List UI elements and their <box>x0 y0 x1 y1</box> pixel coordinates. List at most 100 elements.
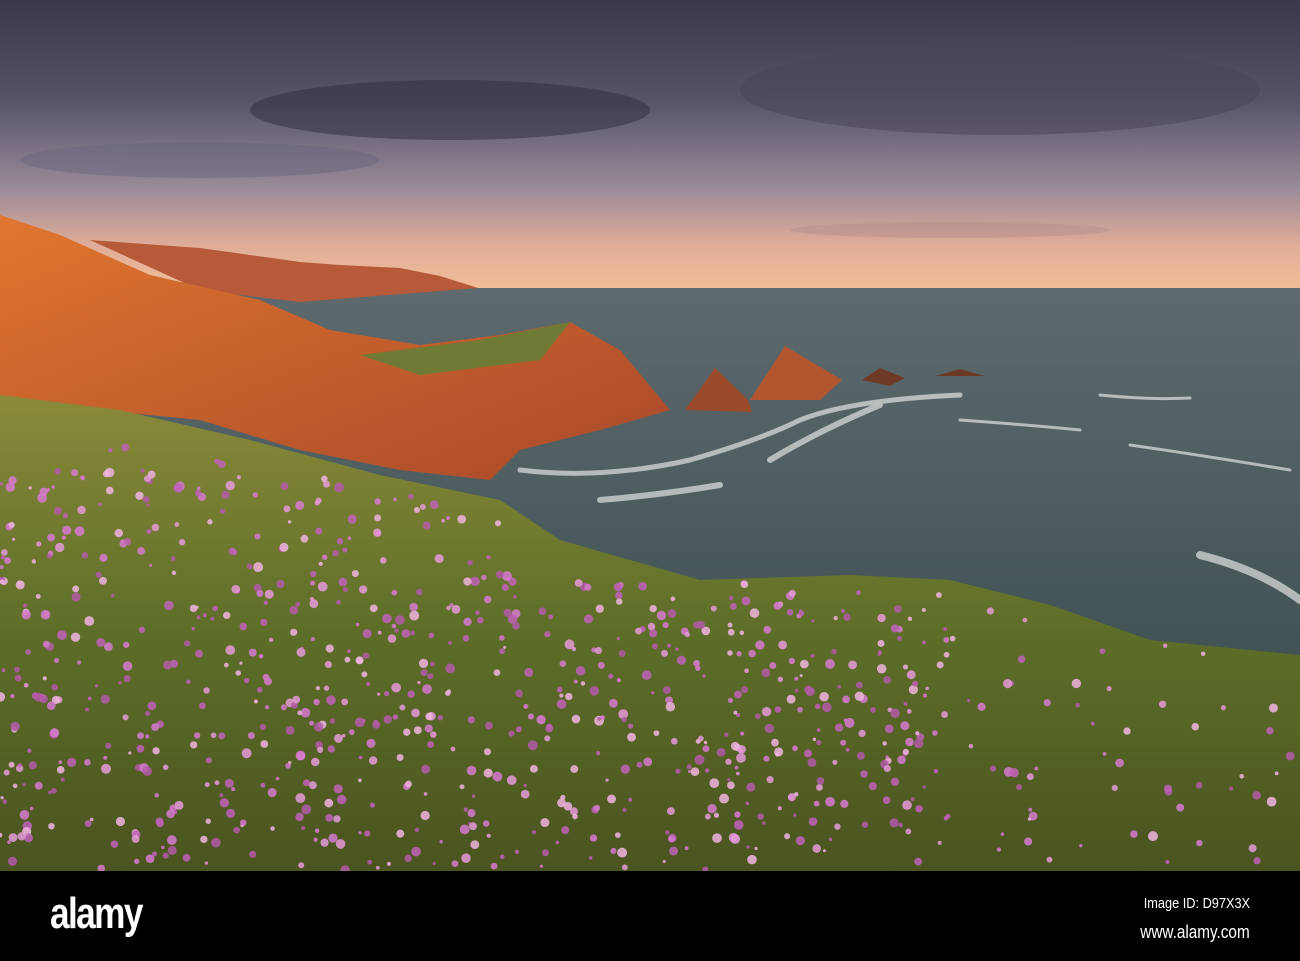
flower-dot <box>608 698 618 708</box>
flower-dot <box>263 600 269 605</box>
flower-dot <box>225 645 236 655</box>
flower-dot <box>411 708 420 718</box>
flower-dot <box>451 604 461 614</box>
flower-dot <box>499 648 505 655</box>
flower-dot <box>145 734 150 739</box>
alamy-logo: alamy <box>50 889 143 938</box>
flower-dot <box>523 783 527 788</box>
flower-dot <box>285 726 295 735</box>
flower-dot <box>804 685 813 694</box>
flower-dot <box>51 683 59 691</box>
website-link[interactable]: www.alamy.com <box>1141 922 1250 943</box>
flower-dot <box>414 827 420 833</box>
flower-dot <box>559 660 567 667</box>
flower-dot <box>1252 791 1261 800</box>
flower-dot <box>876 664 887 674</box>
flower-dot <box>515 689 523 698</box>
flower-dot <box>315 527 323 535</box>
flower-dot <box>252 492 258 498</box>
flower-dot <box>848 660 857 670</box>
flower-dot <box>15 580 25 590</box>
flower-dot <box>427 741 435 748</box>
flower-dot <box>788 589 796 597</box>
flower-dot <box>538 607 547 616</box>
flower-dot <box>704 768 710 773</box>
flower-dot <box>1 668 6 673</box>
flower-dot <box>355 622 360 627</box>
flower-dot <box>262 673 270 681</box>
flower-dot <box>144 475 151 483</box>
flower-dot <box>501 583 509 591</box>
flower-dot <box>47 701 56 710</box>
flower-dot <box>556 699 567 709</box>
flower-dot <box>813 800 820 807</box>
flower-dot <box>333 784 343 794</box>
flower-dot <box>25 649 31 655</box>
flower-dot <box>36 541 42 547</box>
flower-dot <box>214 780 220 786</box>
flower-dot <box>1229 786 1234 791</box>
flower-dot <box>54 657 60 663</box>
flower-dot <box>163 660 173 670</box>
flower-dot <box>825 659 835 669</box>
flower-dot <box>114 528 123 538</box>
flower-dot <box>233 826 240 834</box>
flower-dot <box>267 788 277 798</box>
flower-dot <box>17 763 22 768</box>
flower-dot <box>223 611 231 620</box>
flower-dot <box>194 489 202 497</box>
flower-dot <box>270 826 275 831</box>
flower-dot <box>481 574 487 581</box>
flower-dot <box>734 765 739 770</box>
flower-dot <box>334 734 343 743</box>
flower-dot <box>613 582 623 592</box>
flower-dot <box>676 655 687 665</box>
flower-dot <box>902 664 908 670</box>
flower-dot <box>1266 727 1274 735</box>
flower-dot <box>328 833 338 843</box>
flower-dot <box>253 699 259 704</box>
flower-dot <box>882 796 891 804</box>
flower-dot <box>110 840 119 848</box>
flower-dot <box>446 516 450 520</box>
flower-dot <box>1191 722 1200 731</box>
flower-dot <box>877 652 881 657</box>
flower-dot <box>837 685 842 689</box>
flower-dot <box>485 721 493 730</box>
flower-dot <box>463 577 472 586</box>
flower-dot <box>325 813 334 822</box>
flower-dot <box>321 554 328 561</box>
flower-dot <box>419 504 426 510</box>
flower-dot <box>161 845 165 850</box>
flower-dot <box>733 820 744 830</box>
flower-dot <box>260 618 268 627</box>
flower-dot <box>241 748 252 759</box>
flower-dot <box>210 732 217 739</box>
flower-dot <box>607 794 617 804</box>
flower-dot <box>342 547 348 553</box>
flower-dot <box>462 634 470 642</box>
flower-dot <box>597 661 605 669</box>
flower-dot <box>309 596 315 602</box>
flower-dot <box>635 627 642 635</box>
flower-dot <box>877 613 886 623</box>
flower-dot <box>383 715 392 724</box>
flower-dot <box>84 820 92 827</box>
flower-dot <box>774 706 782 713</box>
flower-dot <box>996 847 1002 852</box>
flower-dot <box>921 607 926 613</box>
flower-dot <box>437 714 444 721</box>
flower-dot <box>989 765 997 772</box>
flower-dot <box>784 833 791 840</box>
flower-dot <box>336 599 342 605</box>
flower-dot <box>99 553 108 562</box>
flower-dot <box>877 639 885 647</box>
flower-dot <box>204 782 210 788</box>
flower-dot <box>616 598 623 605</box>
flower-dot <box>1024 837 1033 846</box>
flower-dot <box>840 739 847 746</box>
flower-dot <box>912 680 919 687</box>
flower-dot <box>89 817 94 822</box>
flower-dot <box>268 637 274 643</box>
flower-dot <box>885 755 889 759</box>
